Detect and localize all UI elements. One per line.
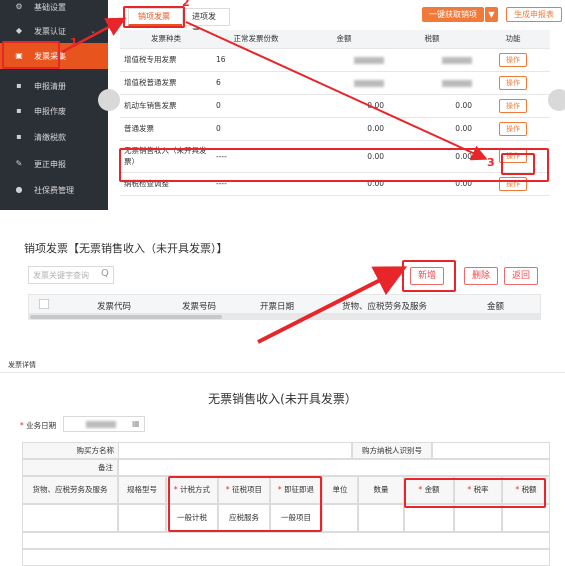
invoice-detail-panel: 发票详情 无票销售收入(未开具发票） * 业务日期 ▦ 购买方名称 购方纳税人识… [0,354,565,566]
business-date-input[interactable]: ▦ [63,416,145,432]
quantity-input[interactable] [358,504,404,532]
column-header: 规格型号 [118,476,166,504]
remark-label: 备注 [22,459,118,476]
goods-input[interactable] [22,504,118,532]
arrow-2 [185,21,488,161]
buyer-name-input[interactable] [118,442,352,459]
annotation-box-tax-fields [168,476,322,532]
column-header: 单位 [322,476,358,504]
section-label: 发票详情 [8,361,36,369]
column-header: 货物、应税劳务及服务 [22,476,118,504]
arrow-1 [61,17,127,54]
buyer-tax-id-input[interactable] [432,442,550,459]
form-title: 无票销售收入(未开具发票） [208,392,357,406]
blank-row [22,549,550,566]
divider [0,372,565,373]
blank-row [22,532,550,549]
tax-amount-input[interactable] [502,504,550,532]
amount-input[interactable] [404,504,454,532]
calendar-icon[interactable]: ▦ [132,419,140,428]
unit-input[interactable] [322,504,358,532]
arrow-3 [257,266,408,344]
buyer-name-label: 购买方名称 [22,442,118,459]
date-label: * 业务日期 [20,421,57,430]
spec-input[interactable] [118,504,166,532]
remark-input[interactable] [118,459,550,476]
buyer-tax-id-label: 购方纳税人识别号 [352,442,432,459]
column-header: 数量 [358,476,404,504]
annotation-box-amount-fields [404,478,546,508]
tax-rate-input[interactable] [454,504,502,532]
date-redacted [86,421,116,428]
